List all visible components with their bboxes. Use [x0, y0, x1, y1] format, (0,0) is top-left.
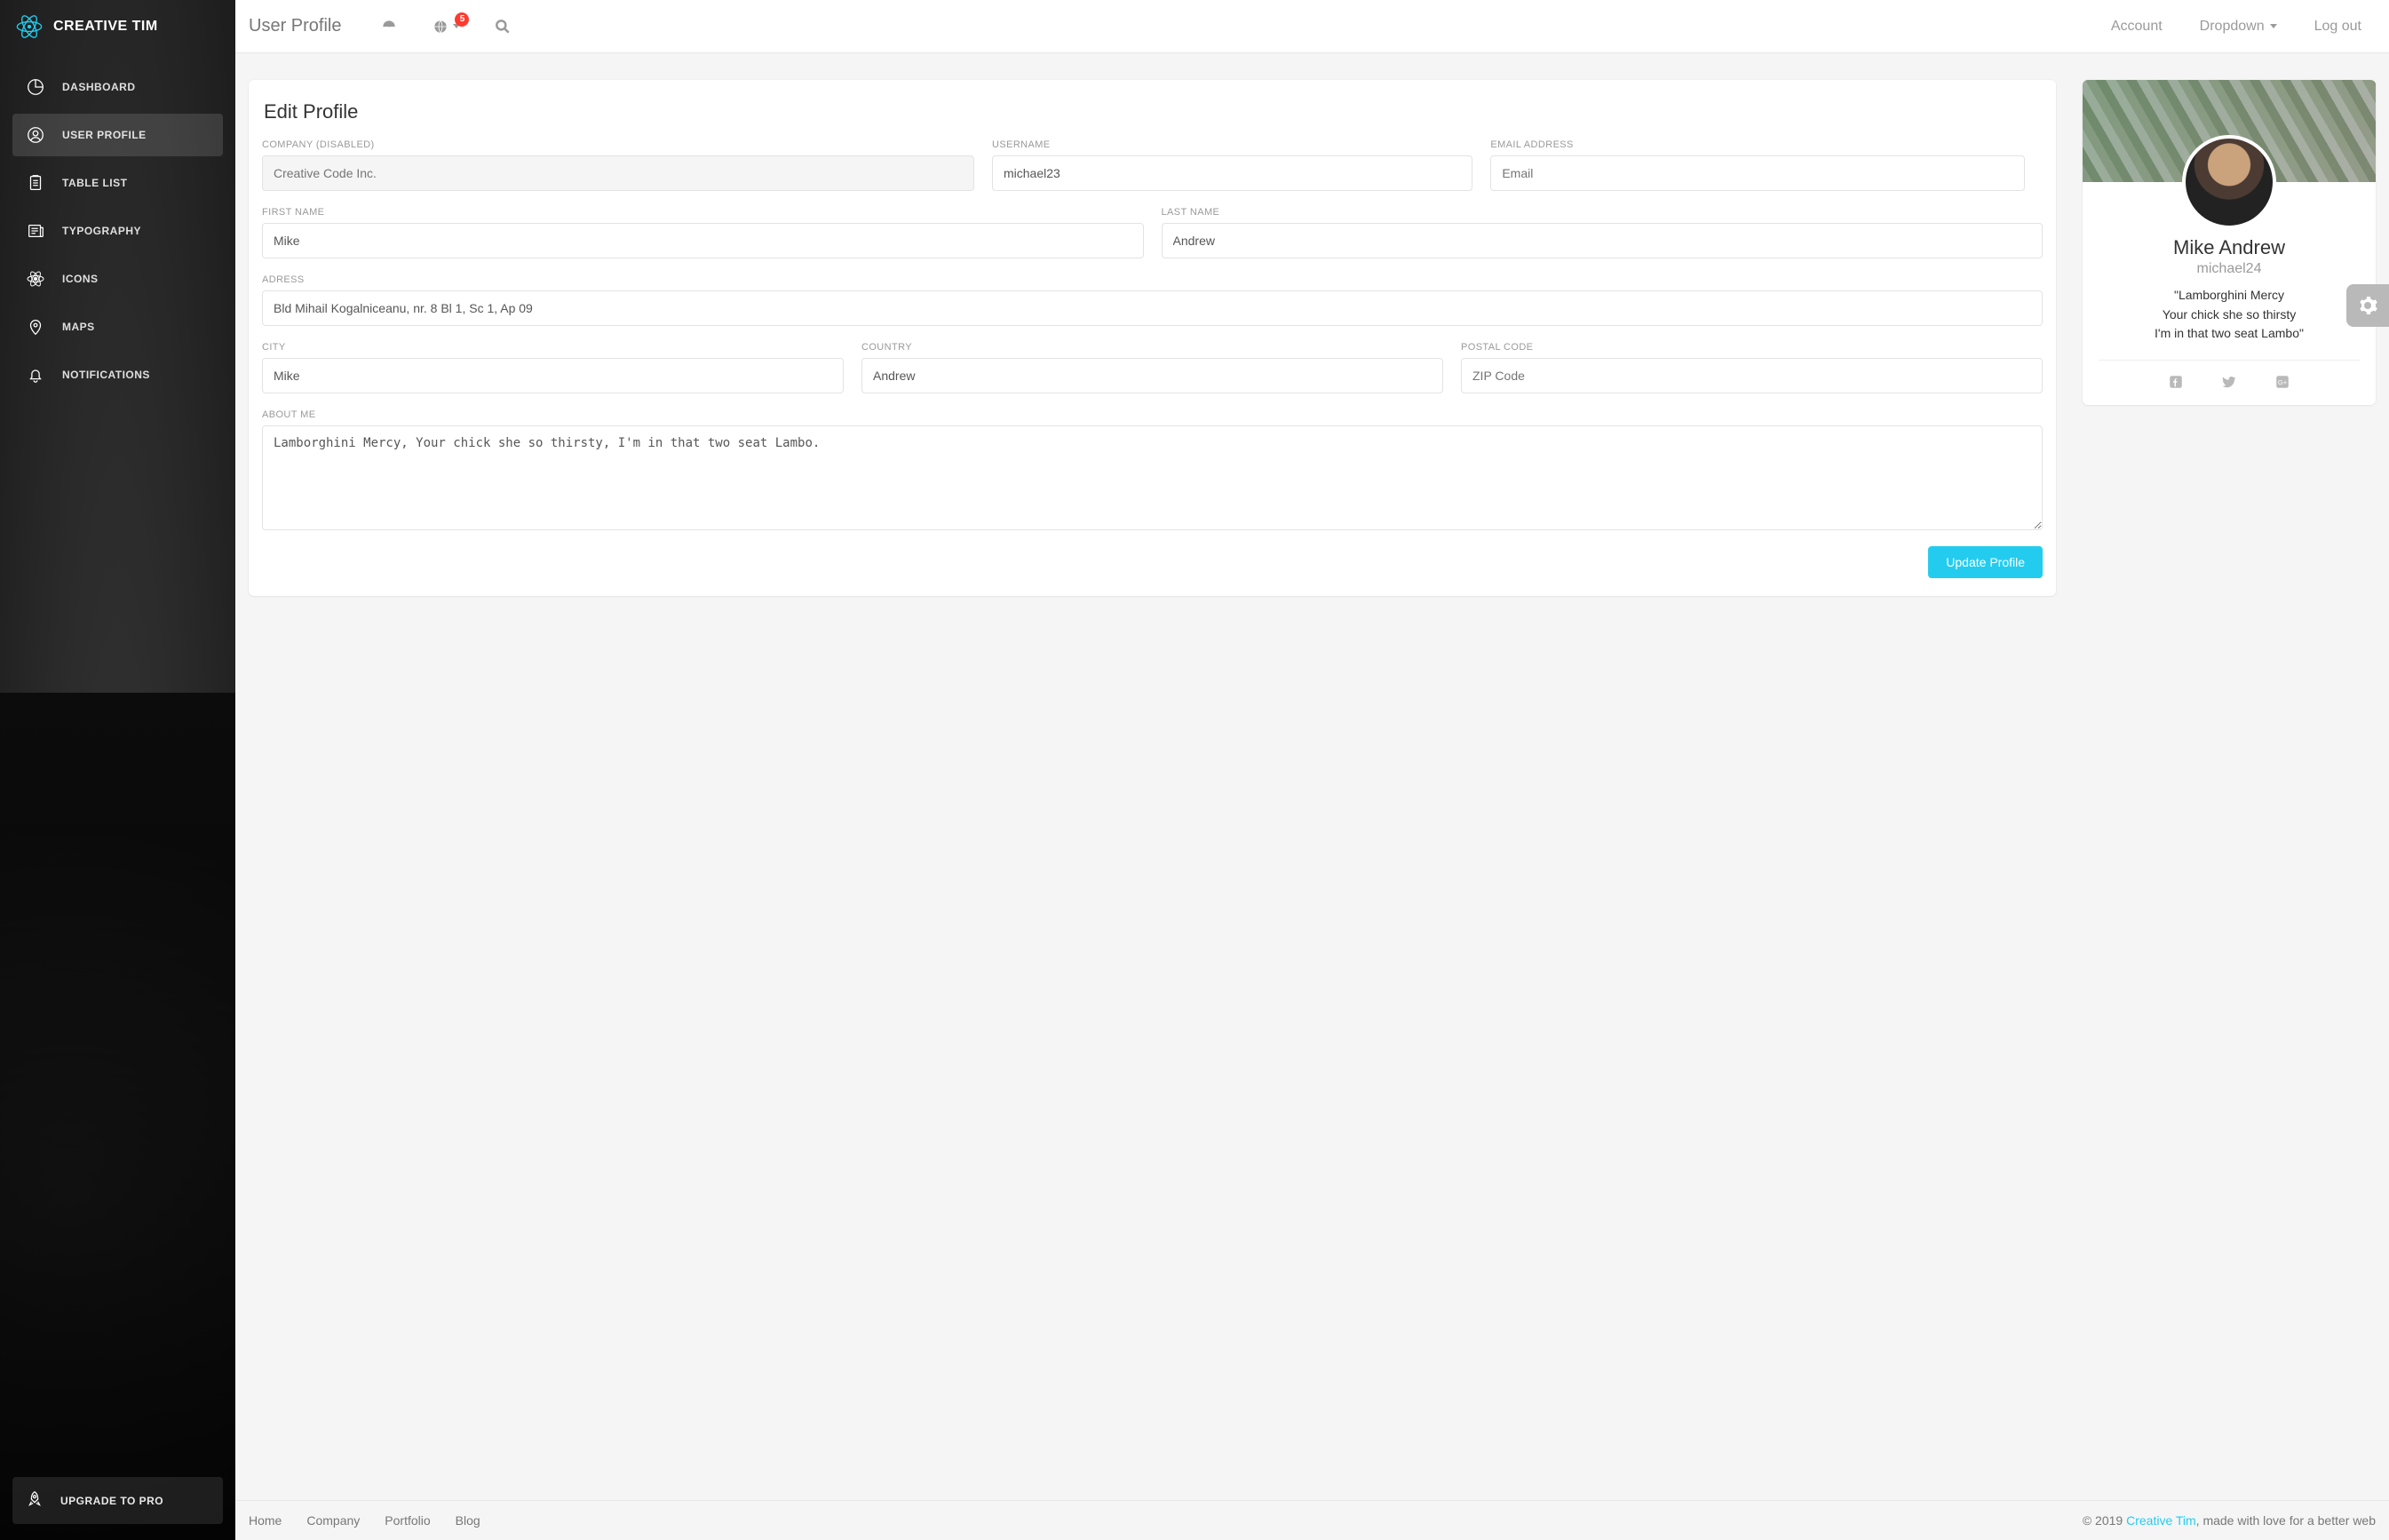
footer-links: Home Company Portfolio Blog: [249, 1513, 480, 1528]
nav-dropdown-label: Dropdown: [2200, 19, 2265, 35]
email-input[interactable]: [1490, 155, 2025, 191]
search-icon: [494, 18, 512, 36]
atom-icon: [25, 268, 46, 290]
last-name-label: LAST NAME: [1162, 207, 2044, 218]
page-title: User Profile: [249, 16, 341, 36]
nav-dropdown[interactable]: Dropdown: [2186, 12, 2291, 42]
country-input[interactable]: [861, 358, 1443, 393]
footer: Home Company Portfolio Blog © 2019 Creat…: [235, 1500, 2389, 1540]
dashboard-icon-button[interactable]: [368, 11, 410, 43]
sidebar-item-dashboard[interactable]: DASHBOARD: [12, 66, 223, 108]
gear-icon: [2357, 295, 2378, 316]
company-label: COMPANY (DISABLED): [262, 139, 974, 150]
sidebar-item-label: USER PROFILE: [62, 129, 147, 141]
sidebar-item-typography[interactable]: TYPOGRAPHY: [12, 210, 223, 252]
sidebar-item-label: DASHBOARD: [62, 81, 136, 93]
twitter-link[interactable]: [2220, 373, 2238, 391]
avatar: [2182, 135, 2276, 229]
username-label: USERNAME: [992, 139, 1472, 150]
react-logo-icon: [16, 13, 43, 40]
city-input[interactable]: [262, 358, 844, 393]
nav-account[interactable]: Account: [2097, 12, 2177, 42]
twitter-icon: [2221, 374, 2237, 390]
rocket-icon: [25, 1489, 44, 1512]
footer-link-blog[interactable]: Blog: [456, 1513, 480, 1528]
main-panel: User Profile 5 Account Dropdown Log out …: [235, 0, 2389, 1540]
username-input[interactable]: [992, 155, 1472, 191]
globe-icon: [432, 18, 449, 36]
sidebar-item-notifications[interactable]: NOTIFICATIONS: [12, 353, 223, 396]
sidebar-item-icons[interactable]: ICONS: [12, 258, 223, 300]
about-label: ABOUT ME: [262, 409, 2043, 420]
sidebar-nav: DASHBOARD USER PROFILE TABLE LIST: [0, 53, 235, 409]
last-name-input[interactable]: [1162, 223, 2044, 258]
upgrade-to-pro[interactable]: UPGRADE TO PRO: [12, 1477, 223, 1524]
user-quote: "Lamborghini Mercy Your chick she so thi…: [2100, 286, 2358, 344]
footer-link-home[interactable]: Home: [249, 1513, 282, 1528]
sidebar-item-label: TABLE LIST: [62, 177, 127, 189]
newspaper-icon: [25, 220, 46, 242]
map-pin-icon: [25, 316, 46, 337]
brand-text: CREATIVE TIM: [53, 19, 158, 35]
postal-label: POSTAL CODE: [1461, 342, 2043, 353]
edit-profile-title: Edit Profile: [264, 100, 2041, 123]
user-name: Mike Andrew: [2083, 236, 2376, 259]
caret-down-icon: [2270, 24, 2277, 28]
update-profile-button[interactable]: Update Profile: [1928, 546, 2043, 578]
pie-chart-icon: [25, 76, 46, 98]
google-plus-link[interactable]: G+: [2274, 373, 2291, 391]
about-textarea[interactable]: [262, 425, 2043, 530]
user-card: Mike Andrew michael24 "Lamborghini Mercy…: [2083, 80, 2376, 405]
sidebar: CREATIVE TIM DASHBOARD USER PROFILE: [0, 0, 235, 1540]
settings-gear-button[interactable]: [2346, 284, 2389, 327]
edit-profile-card: Edit Profile COMPANY (DISABLED) USERNAME…: [249, 80, 2056, 596]
user-handle: michael24: [2083, 261, 2376, 277]
search-button[interactable]: [481, 11, 524, 43]
dashboard-icon: [380, 18, 398, 36]
facebook-icon: [2168, 374, 2184, 390]
sidebar-item-user-profile[interactable]: USER PROFILE: [12, 114, 223, 156]
nav-logout[interactable]: Log out: [2300, 12, 2376, 42]
brand[interactable]: CREATIVE TIM: [0, 0, 235, 53]
address-label: ADRESS: [262, 274, 2043, 285]
bell-icon: [25, 364, 46, 385]
email-label: EMAIL ADDRESS: [1490, 139, 2025, 150]
sidebar-item-label: NOTIFICATIONS: [62, 369, 150, 381]
google-plus-icon: G+: [2274, 374, 2290, 390]
first-name-input[interactable]: [262, 223, 1144, 258]
svg-text:G+: G+: [2278, 378, 2288, 386]
postal-input[interactable]: [1461, 358, 2043, 393]
upgrade-label: UPGRADE TO PRO: [60, 1495, 163, 1507]
sidebar-item-label: MAPS: [62, 321, 95, 333]
sidebar-item-label: TYPOGRAPHY: [62, 225, 141, 237]
social-links: G+: [2083, 361, 2376, 405]
sidebar-item-table-list[interactable]: TABLE LIST: [12, 162, 223, 204]
city-label: CITY: [262, 342, 844, 353]
footer-link-company[interactable]: Company: [306, 1513, 360, 1528]
country-label: COUNTRY: [861, 342, 1443, 353]
notifications-badge: 5: [455, 12, 469, 27]
user-icon: [25, 124, 46, 146]
footer-link-portfolio[interactable]: Portfolio: [385, 1513, 430, 1528]
notifications-dropdown[interactable]: 5: [419, 11, 472, 43]
footer-brand-link[interactable]: Creative Tim: [2126, 1513, 2196, 1528]
facebook-link[interactable]: [2167, 373, 2185, 391]
sidebar-item-label: ICONS: [62, 273, 99, 285]
address-input[interactable]: [262, 290, 2043, 326]
first-name-label: FIRST NAME: [262, 207, 1144, 218]
top-navbar: User Profile 5 Account Dropdown Log out: [235, 0, 2389, 53]
content: Edit Profile COMPANY (DISABLED) USERNAME…: [235, 53, 2389, 1500]
footer-copyright: © 2019 Creative Tim, made with love for …: [2083, 1513, 2376, 1528]
clipboard-icon: [25, 172, 46, 194]
company-input: [262, 155, 974, 191]
sidebar-item-maps[interactable]: MAPS: [12, 306, 223, 348]
